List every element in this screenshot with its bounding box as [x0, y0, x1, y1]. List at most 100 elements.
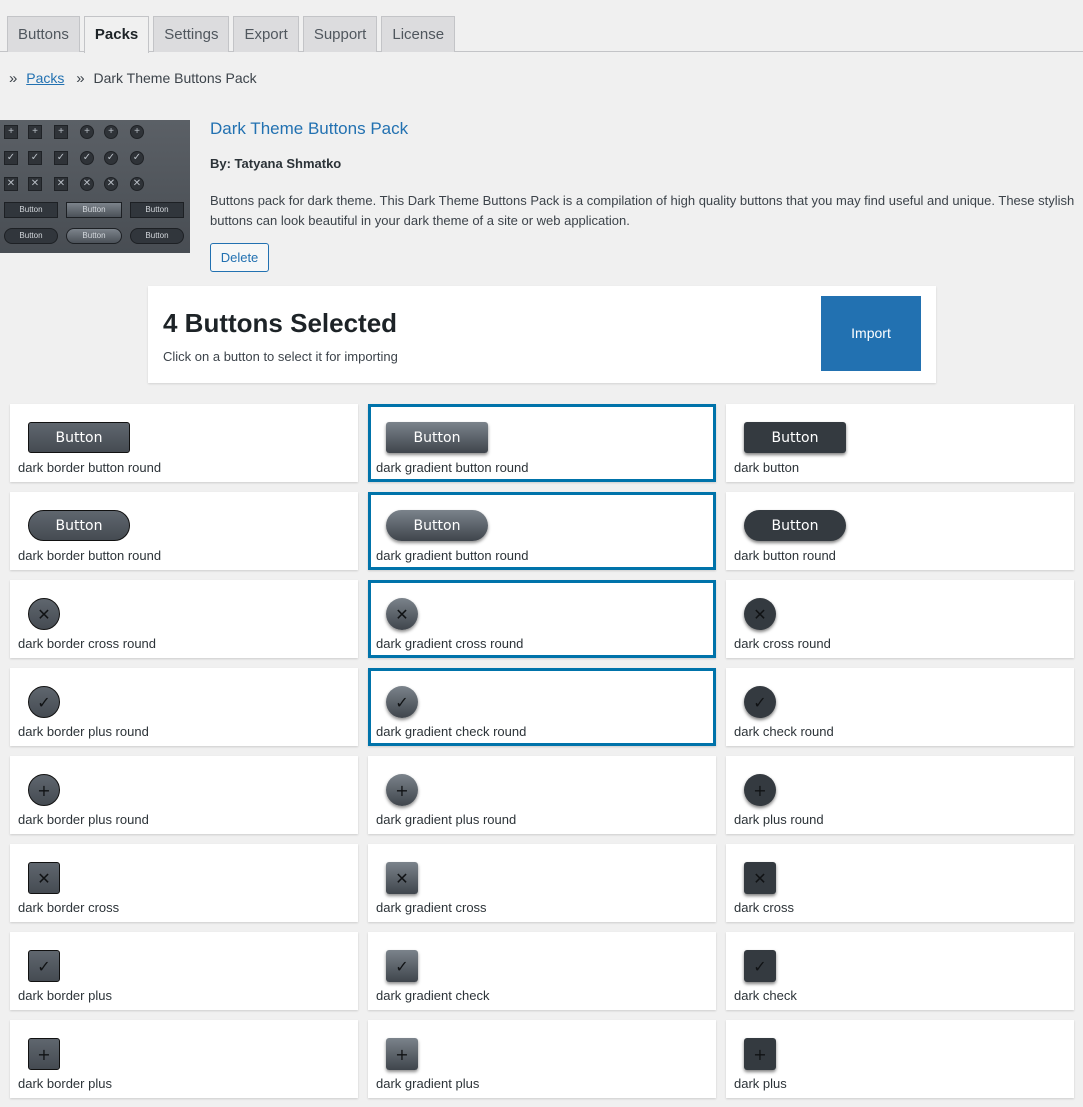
cross-icon[interactable]: ✕	[386, 598, 418, 630]
delete-button[interactable]: Delete	[210, 243, 269, 272]
button-card-label: dark plus	[734, 1076, 787, 1091]
check-icon[interactable]: ✓	[744, 686, 776, 718]
tab-license[interactable]: License	[381, 16, 456, 52]
cross-icon: ✕	[80, 177, 94, 191]
button-card[interactable]: Button dark button	[726, 404, 1074, 482]
plus-icon[interactable]: +	[744, 1038, 776, 1070]
button-preview[interactable]: Button	[28, 422, 130, 453]
plus-icon[interactable]: +	[28, 774, 60, 806]
button-card[interactable]: Button dark border button round	[10, 404, 358, 482]
plus-icon[interactable]: +	[28, 1038, 60, 1070]
cross-icon[interactable]: ✕	[28, 862, 60, 894]
selection-hint: Click on a button to select it for impor…	[163, 349, 398, 364]
button-card-label: dark check round	[734, 724, 834, 739]
plus-icon[interactable]: +	[744, 774, 776, 806]
button-card[interactable]: ✓ dark border plus	[10, 932, 358, 1010]
breadcrumb-separator: »	[76, 70, 85, 87]
button-card-label: dark button round	[734, 548, 836, 563]
button-preview[interactable]: Button	[744, 422, 846, 453]
button-preview[interactable]: Button	[28, 510, 130, 541]
button-card-label: dark gradient cross round	[376, 636, 524, 651]
button-card[interactable]: ✓ dark border plus round	[10, 668, 358, 746]
button-card-label: dark border plus round	[18, 724, 149, 739]
button-card[interactable]: ✓ dark check	[726, 932, 1074, 1010]
plus-icon: +	[28, 125, 42, 139]
breadcrumb: » Packs » Dark Theme Buttons Pack	[9, 70, 257, 87]
tab-support[interactable]: Support	[302, 16, 378, 52]
button-preview[interactable]: Button	[386, 422, 488, 453]
cross-icon[interactable]: ✕	[744, 862, 776, 894]
tab-export[interactable]: Export	[233, 16, 299, 52]
check-icon: ✓	[54, 151, 68, 165]
button-card-label: dark border plus	[18, 988, 112, 1003]
button-card[interactable]: Button dark gradient button round	[368, 404, 716, 482]
cross-icon[interactable]: ✕	[744, 598, 776, 630]
check-icon: ✓	[104, 151, 118, 165]
cross-icon[interactable]: ✕	[386, 862, 418, 894]
breadcrumb-packs-link[interactable]: Packs	[26, 70, 64, 86]
plus-icon[interactable]: +	[386, 1038, 418, 1070]
button-preview[interactable]: Button	[744, 510, 846, 541]
button-card[interactable]: + dark gradient plus round	[368, 756, 716, 834]
plus-icon: +	[4, 125, 18, 139]
check-icon[interactable]: ✓	[744, 950, 776, 982]
button-card[interactable]: + dark gradient plus	[368, 1020, 716, 1098]
pack-description: Buttons pack for dark theme. This Dark T…	[210, 193, 1075, 228]
thumbnail-button: Button	[130, 228, 184, 244]
button-card[interactable]: + dark border plus round	[10, 756, 358, 834]
button-card[interactable]: Button dark border button round	[10, 492, 358, 570]
check-icon[interactable]: ✓	[28, 950, 60, 982]
plus-icon: +	[54, 125, 68, 139]
button-card[interactable]: + dark border plus	[10, 1020, 358, 1098]
cross-icon: ✕	[130, 177, 144, 191]
button-card[interactable]: ✕ dark gradient cross round	[368, 580, 716, 658]
button-card-label: dark gradient button round	[376, 548, 529, 563]
button-card[interactable]: ✓ dark gradient check	[368, 932, 716, 1010]
button-card[interactable]: ✓ dark check round	[726, 668, 1074, 746]
pack-author: By: Tatyana Shmatko	[210, 156, 342, 171]
cross-icon: ✕	[4, 177, 18, 191]
button-card-label: dark button	[734, 460, 800, 475]
tab-buttons[interactable]: Buttons	[7, 16, 80, 52]
selection-count-title: 4 Buttons Selected	[163, 308, 398, 338]
button-card-label: dark cross	[734, 900, 794, 915]
button-card[interactable]: ✓ dark gradient check round	[368, 668, 716, 746]
button-card-label: dark gradient button round	[376, 460, 529, 475]
check-icon: ✓	[80, 151, 94, 165]
check-icon: ✓	[28, 151, 42, 165]
cross-icon[interactable]: ✕	[28, 598, 60, 630]
cross-icon: ✕	[28, 177, 42, 191]
thumbnail-button: Button	[4, 228, 58, 244]
thumbnail-button: Button	[130, 202, 184, 218]
button-card-label: dark border cross	[18, 900, 120, 915]
button-card-label: dark plus round	[734, 812, 824, 827]
button-card[interactable]: ✕ dark cross	[726, 844, 1074, 922]
thumbnail-button: Button	[66, 202, 122, 218]
button-card-label: dark cross round	[734, 636, 831, 651]
button-preview[interactable]: Button	[386, 510, 488, 541]
button-card[interactable]: ✕ dark border cross	[10, 844, 358, 922]
check-icon[interactable]: ✓	[28, 686, 60, 718]
check-icon[interactable]: ✓	[386, 686, 418, 718]
button-card-label: dark gradient check round	[376, 724, 527, 739]
button-card-label: dark check	[734, 988, 797, 1003]
button-card[interactable]: ✕ dark cross round	[726, 580, 1074, 658]
tab-settings[interactable]: Settings	[153, 16, 230, 52]
pack-title[interactable]: Dark Theme Buttons Pack	[210, 119, 408, 139]
plus-icon: +	[104, 125, 118, 139]
button-card-label: dark border cross round	[18, 636, 157, 651]
tab-packs[interactable]: Packs	[83, 16, 150, 53]
button-card[interactable]: ✕ dark gradient cross	[368, 844, 716, 922]
nav-tabs: Buttons Packs Settings Export Support Li…	[7, 16, 459, 53]
plus-icon: +	[130, 125, 144, 139]
button-card[interactable]: Button dark gradient button round	[368, 492, 716, 570]
button-card[interactable]: + dark plus round	[726, 756, 1074, 834]
button-card[interactable]: + dark plus	[726, 1020, 1074, 1098]
button-card[interactable]: ✕ dark border cross round	[10, 580, 358, 658]
check-icon[interactable]: ✓	[386, 950, 418, 982]
plus-icon[interactable]: +	[386, 774, 418, 806]
import-button[interactable]: Import	[821, 296, 921, 371]
button-card[interactable]: Button dark button round	[726, 492, 1074, 570]
button-card-label: dark gradient plus round	[376, 812, 517, 827]
pack-thumbnail: + + + + + + ✓ ✓ ✓ ✓ ✓ ✓ ✕ ✕ ✕ ✕ ✕ ✕ Button Button Button Butt…	[0, 120, 190, 253]
